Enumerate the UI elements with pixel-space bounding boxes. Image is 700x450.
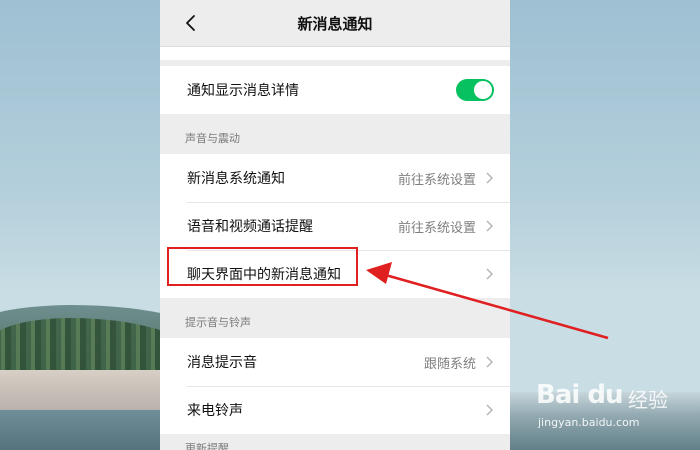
section-header-update: 更新提醒 <box>185 442 229 450</box>
row-label: 消息提示音 <box>187 355 257 371</box>
chevron-right-icon <box>486 172 493 184</box>
annotation-highlight-box <box>167 247 358 286</box>
row-call-reminder[interactable]: 语音和视频通话提醒 前往系统设置 <box>160 202 510 250</box>
notify-detail-label: 通知显示消息详情 <box>187 83 299 99</box>
row-message-tone[interactable]: 消息提示音 跟随系统 <box>160 338 510 386</box>
row-system-notification[interactable]: 新消息系统通知 前往系统设置 <box>160 154 510 202</box>
watermark-text: 经验 <box>628 388 668 412</box>
background-left <box>0 0 160 450</box>
row-value: 跟随系统 <box>423 356 476 372</box>
phone-screen: 新消息通知 通知显示消息详情 声音与震动 新消息系统通知 前往系统设置 语音和视… <box>160 0 510 450</box>
section-header-tone: 提示音与铃声 <box>185 316 251 329</box>
toggle-knob <box>474 81 492 99</box>
top-bar: 新消息通知 <box>160 0 510 46</box>
notify-detail-toggle[interactable] <box>456 79 494 101</box>
row-value: 前往系统设置 <box>397 172 476 188</box>
chevron-right-icon <box>486 404 493 416</box>
list-top-strip <box>160 46 510 60</box>
baidu-jingyan-watermark: Bai du 经验 jingyan.baidu.com <box>536 372 696 442</box>
section-header-sound: 声音与震动 <box>185 132 240 145</box>
chevron-right-icon <box>486 356 493 368</box>
chevron-right-icon <box>486 268 493 280</box>
chevron-right-icon <box>486 220 493 232</box>
watermark-url: jingyan.baidu.com <box>538 416 640 429</box>
row-ringtone[interactable]: 来电铃声 <box>160 386 510 434</box>
row-label: 语音和视频通话提醒 <box>187 219 313 235</box>
page-title: 新消息通知 <box>297 14 373 33</box>
background-trees <box>0 318 160 378</box>
row-value: 前往系统设置 <box>397 220 476 236</box>
watermark-logo: Bai du <box>536 380 623 410</box>
row-label: 新消息系统通知 <box>187 171 285 187</box>
row-label: 来电铃声 <box>187 403 243 419</box>
notify-detail-row[interactable]: 通知显示消息详情 <box>160 66 510 114</box>
back-arrow-icon[interactable] <box>182 14 200 32</box>
